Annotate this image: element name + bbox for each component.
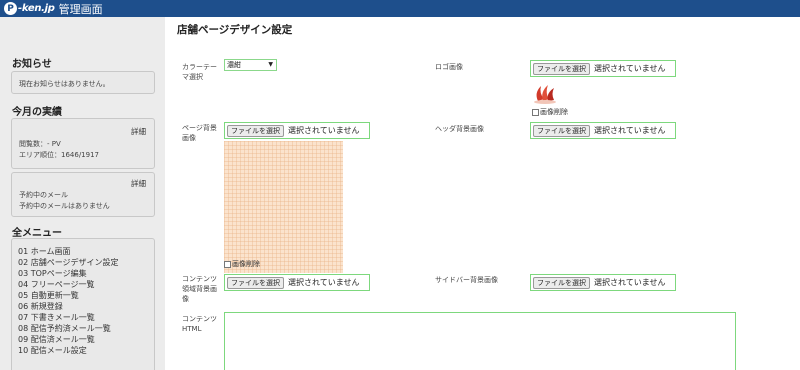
sidebar-bg-file-input[interactable]: ファイルを選択 選択されていません xyxy=(530,274,676,291)
contents-html-label: コンテンツ HTML xyxy=(182,315,217,333)
menu-item-draft-mail[interactable]: 07 下書きメール一覧 xyxy=(18,312,95,323)
page-bg-preview-image xyxy=(224,141,343,273)
logo-delete-option: 画像削除 xyxy=(532,107,568,117)
notice-text: 現在お知らせはありません。 xyxy=(19,80,110,88)
header-bg-choose-file-button[interactable]: ファイルを選択 xyxy=(533,124,590,137)
page-bg-file-input[interactable]: ファイルを選択 選択されていません xyxy=(224,122,370,139)
reservation-detail-link[interactable]: 詳細 xyxy=(131,178,146,189)
menu-item-shop-design[interactable]: 02 店舗ページデザイン設定 xyxy=(18,257,119,268)
contents-bg-choose-file-button[interactable]: ファイルを選択 xyxy=(227,276,284,289)
results-heading: 今月の実績 xyxy=(12,107,62,118)
contents-bg-label: コンテンツ 領域背景画像 xyxy=(182,275,217,303)
stats-views: 閲覧数：- PV xyxy=(19,140,61,148)
chevron-down-icon: ▼ xyxy=(268,61,273,68)
notice-heading: お知らせ xyxy=(12,59,52,70)
page-bg-delete-option: 画像削除 xyxy=(224,259,260,269)
sidebar-bg-choose-file-button[interactable]: ファイルを選択 xyxy=(533,276,590,289)
sidebar: お知らせ 現在お知らせはありません。 今月の実績 詳細 閲覧数：- PV エリア… xyxy=(0,17,165,370)
color-theme-selected-value: 濃紺 xyxy=(227,61,241,69)
page-bg-delete-label: 画像削除 xyxy=(232,260,260,268)
stats-box: 詳細 閲覧数：- PV エリア順位：1646/1917 xyxy=(11,118,155,169)
stats-detail-link[interactable]: 詳細 xyxy=(131,126,146,137)
brand-logo-text: -ken.jp xyxy=(18,3,55,14)
logo-delete-checkbox[interactable] xyxy=(532,108,539,116)
menu-item-sent-mail[interactable]: 09 配信済メール一覧 xyxy=(18,334,95,345)
reservation-empty-text: 予約中のメールはありません xyxy=(19,202,110,210)
brand-logo-mark: P xyxy=(4,2,17,15)
logo-file-status: 選択されていません xyxy=(594,64,666,73)
menu-heading: 全メニュー xyxy=(12,228,62,239)
stats-area-rank: エリア順位：1646/1917 xyxy=(19,151,99,159)
logo-delete-label: 画像削除 xyxy=(540,108,568,116)
admin-title: 管理画面 xyxy=(58,2,103,16)
menu-item-auto-update[interactable]: 05 自動更新一覧 xyxy=(18,290,79,301)
page-bg-label: ページ背景 画像 xyxy=(182,124,217,142)
header-bg-file-status: 選択されていません xyxy=(594,126,666,135)
sidebar-bg-file-status: 選択されていません xyxy=(594,278,666,287)
page-bg-delete-checkbox[interactable] xyxy=(224,260,231,268)
page-title: 店舗ページデザイン設定 xyxy=(177,24,293,36)
notice-box: 現在お知らせはありません。 xyxy=(11,71,155,94)
menu-box: 01 ホーム画面 02 店舗ページデザイン設定 03 TOPページ編集 04 フ… xyxy=(11,238,155,370)
menu-item-top-page-edit[interactable]: 03 TOPページ編集 xyxy=(18,268,87,279)
menu-item-scheduled-mail[interactable]: 08 配信予約済メール一覧 xyxy=(18,323,111,334)
contents-html-textarea[interactable] xyxy=(224,312,736,370)
color-theme-label: カラーテー マ選択 xyxy=(182,63,217,81)
reservation-title: 予約中のメール xyxy=(19,191,68,199)
brand[interactable]: P -ken.jp 管理画面 xyxy=(4,1,103,16)
color-theme-select[interactable]: 濃紺 ▼ xyxy=(224,59,277,71)
sidebar-bg-label: サイドバー背景画像 xyxy=(435,276,498,284)
page-bg-choose-file-button[interactable]: ファイルを選択 xyxy=(227,124,284,137)
main-content: 店舗ページデザイン設定 カラーテー マ選択 濃紺 ▼ ページ背景 画像 ファイルを選… xyxy=(165,17,800,370)
logo-label: ロゴ画像 xyxy=(435,63,463,71)
menu-item-new-register[interactable]: 06 新規登録 xyxy=(18,301,63,312)
logo-thumbnail-image xyxy=(534,85,556,104)
menu-item-home[interactable]: 01 ホーム画面 xyxy=(18,246,70,257)
reservation-box: 詳細 予約中のメール 予約中のメールはありません xyxy=(11,172,155,217)
logo-file-input[interactable]: ファイルを選択 選択されていません xyxy=(530,60,676,77)
page-bg-file-status: 選択されていません xyxy=(288,126,360,135)
logo-choose-file-button[interactable]: ファイルを選択 xyxy=(533,62,590,75)
menu-item-mail-settings[interactable]: 10 配信メール設定 xyxy=(18,345,87,356)
top-header-bar: P -ken.jp 管理画面 xyxy=(0,0,800,17)
contents-bg-file-status: 選択されていません xyxy=(288,278,360,287)
header-bg-label: ヘッダ背景画像 xyxy=(435,125,484,133)
contents-bg-file-input[interactable]: ファイルを選択 選択されていません xyxy=(224,274,370,291)
header-bg-file-input[interactable]: ファイルを選択 選択されていません xyxy=(530,122,676,139)
menu-item-free-pages[interactable]: 04 フリーページ一覧 xyxy=(18,279,95,290)
